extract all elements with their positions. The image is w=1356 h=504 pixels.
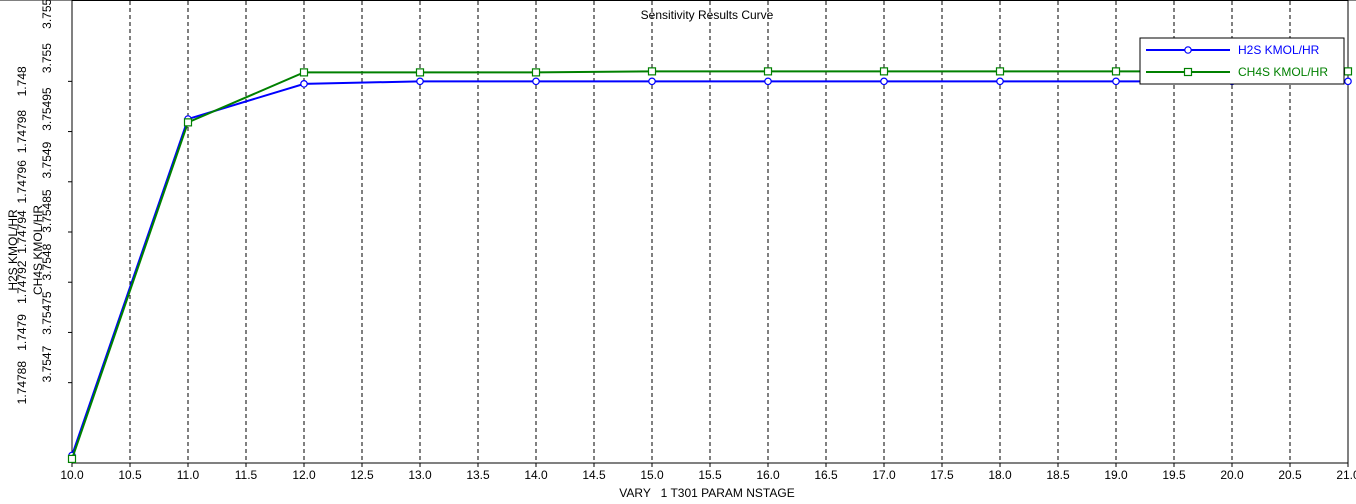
x-tick-label: 20.5 [1278, 468, 1302, 482]
y-tick-label: 3.7547 [40, 345, 54, 382]
x-tick-label: 14.0 [524, 468, 548, 482]
y-tick-label: 1.74798 [15, 110, 29, 154]
x-tick-label: 10.5 [118, 468, 142, 482]
data-point [415, 68, 425, 77]
x-tick-label: 17.0 [872, 468, 896, 482]
data-point [299, 68, 309, 77]
data-point [67, 454, 77, 464]
data-point [648, 77, 656, 86]
x-tick-label: 11.0 [177, 468, 200, 482]
y-tick-label: 1.7479 [15, 314, 29, 351]
y-tick-label: 1.74788 [15, 361, 29, 405]
x-axis-label: VARY 1 T301 PARAM NSTAGE [619, 486, 794, 499]
y-tick-label: 3.75475 [40, 291, 54, 335]
x-tick-label: 16.0 [756, 468, 780, 482]
chart-title: Sensitivity Results Curve [641, 8, 774, 22]
x-tick-label: 11.5 [235, 468, 258, 482]
y-tick-label: 1.748 [15, 66, 29, 96]
data-point [1111, 67, 1121, 76]
x-tick-label: 13.5 [466, 468, 490, 482]
x-tick-label: 20.0 [1220, 468, 1244, 482]
data-point [532, 77, 540, 86]
legend-label: H2S KMOL/HR [1238, 43, 1320, 57]
y-tick-label: 3.7549 [40, 141, 54, 178]
x-tick-label: 19.0 [1104, 468, 1128, 482]
data-point [1343, 67, 1353, 76]
data-point [416, 77, 424, 86]
x-tick-label: 17.5 [930, 468, 954, 482]
data-point [880, 77, 888, 86]
x-tick-label: 19.5 [1162, 468, 1186, 482]
x-tick-label: 15.0 [640, 468, 664, 482]
x-tick-label: 18.0 [988, 468, 1012, 482]
data-point [183, 118, 193, 127]
data-point [531, 68, 541, 77]
data-point [1344, 77, 1352, 86]
legend-marker [1184, 46, 1192, 54]
data-point [1112, 77, 1120, 86]
data-point [996, 77, 1004, 86]
y-axis-label: H2S KMOL/HR [6, 209, 20, 291]
x-tick-label: 10.0 [60, 468, 84, 482]
data-point [300, 80, 308, 88]
x-tick-label: 15.5 [698, 468, 722, 482]
legend-label: CH4S KMOL/HR [1238, 65, 1328, 79]
x-tick-label: 14.5 [582, 468, 606, 482]
y-axis-label: CH4S KMOL/HR [31, 205, 45, 295]
y-tick-label: 3.75495 [40, 87, 54, 131]
sensitivity-chart: Sensitivity Results Curve 10.0 10.5 11.0 11… [0, 0, 1356, 500]
legend-marker [1183, 67, 1193, 77]
chart-canvas: Sensitivity Results Curve 10.0 10.5 11.0 11… [0, 0, 1356, 500]
x-tick-label: 12.5 [350, 468, 374, 482]
data-point [764, 77, 772, 86]
legend: H2S KMOL/HR CH4S KMOL/HR [1139, 37, 1345, 85]
y-tick-label: 1.74796 [15, 160, 29, 204]
x-tick-label: 21.0 [1336, 468, 1356, 482]
y-tick-label: 3.755 [40, 43, 54, 73]
x-tick-label: 12.0 [292, 468, 316, 482]
data-point [995, 67, 1005, 76]
x-tick-label: 13.0 [408, 468, 432, 482]
x-tick-label: 18.5 [1046, 468, 1070, 482]
y-tick-label: 3.75505 [40, 0, 54, 29]
data-point [879, 67, 889, 76]
x-tick-label: 16.5 [814, 468, 838, 482]
data-point [647, 67, 657, 76]
data-point [763, 67, 773, 76]
